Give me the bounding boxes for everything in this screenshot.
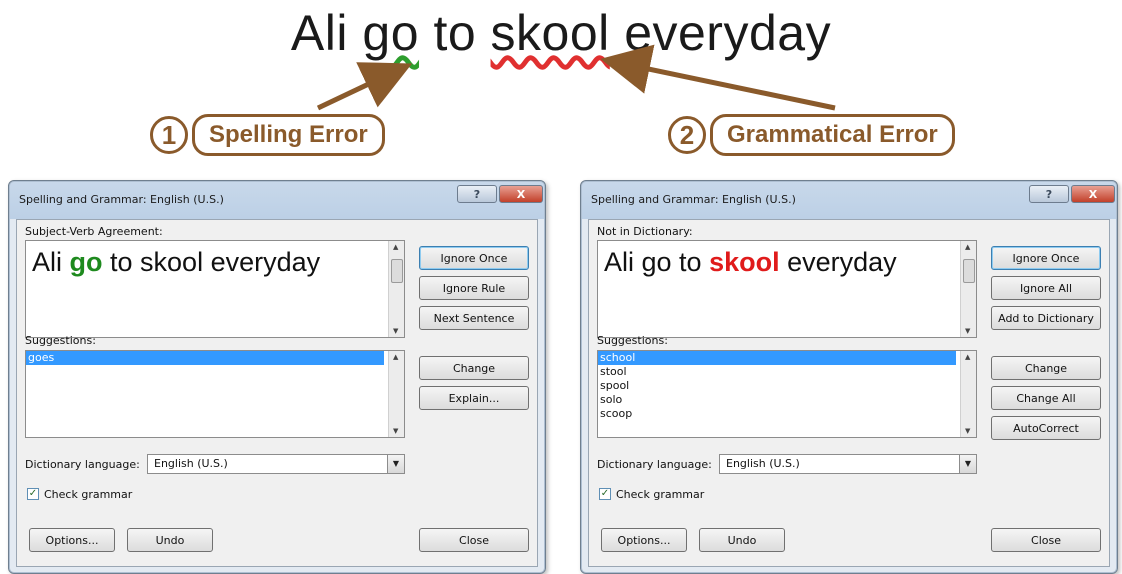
dialog-title: Spelling and Grammar: English (U.S.): [19, 193, 224, 206]
check-grammar-checkbox[interactable]: ✓: [599, 488, 611, 500]
sentence-box[interactable]: Ali go to skool everyday ▲ ▼: [597, 240, 977, 338]
callout-number-1: 1: [150, 116, 188, 154]
flagged-word: skool: [709, 247, 780, 277]
callout-label-2: Grammatical Error: [710, 114, 955, 156]
sentence-scrollbar[interactable]: ▲ ▼: [388, 241, 404, 337]
callout-grammatical-error: 2 Grammatical Error: [668, 114, 955, 156]
error-type-label: Not in Dictionary:: [597, 225, 693, 238]
scroll-up-icon[interactable]: ▲: [393, 353, 398, 361]
sentence-text: Ali go to skool everyday: [604, 247, 897, 277]
autocorrect-button[interactable]: AutoCorrect: [991, 416, 1101, 440]
suggestion-item[interactable]: goes: [26, 351, 384, 365]
suggestions-list[interactable]: school stool spool solo scoop ▲ ▼: [597, 350, 977, 438]
suggestions-scrollbar[interactable]: ▲ ▼: [388, 351, 404, 437]
options-button[interactable]: Options...: [29, 528, 115, 552]
add-to-dictionary-button[interactable]: Add to Dictionary: [991, 306, 1101, 330]
suggestions-label: Suggestions:: [25, 334, 96, 347]
scroll-up-icon[interactable]: ▲: [965, 353, 970, 361]
scroll-down-icon[interactable]: ▼: [393, 427, 398, 435]
close-button[interactable]: Close: [991, 528, 1101, 552]
word-to: to: [433, 5, 477, 61]
explain-button[interactable]: Explain...: [419, 386, 529, 410]
dictionary-language-value: English (U.S.): [154, 457, 228, 470]
suggestion-item[interactable]: stool: [598, 365, 956, 379]
dictionary-language-value: English (U.S.): [726, 457, 800, 470]
undo-button[interactable]: Undo: [127, 528, 213, 552]
sentence-scrollbar[interactable]: ▲ ▼: [960, 241, 976, 337]
sentence-text: Ali go to skool everyday: [32, 247, 321, 277]
change-all-button[interactable]: Change All: [991, 386, 1101, 410]
help-button[interactable]: ?: [1029, 185, 1069, 203]
scroll-down-icon[interactable]: ▼: [393, 327, 398, 335]
dialog-body: Not in Dictionary: Ali go to skool every…: [588, 219, 1110, 567]
spelling-grammar-dialog-right: Spelling and Grammar: English (U.S.) ? X…: [580, 180, 1118, 574]
suggestions-scrollbar[interactable]: ▲ ▼: [960, 351, 976, 437]
next-sentence-button[interactable]: Next Sentence: [419, 306, 529, 330]
callout-number-2: 2: [668, 116, 706, 154]
close-button[interactable]: Close: [419, 528, 529, 552]
dictionary-language-label: Dictionary language:: [25, 458, 140, 471]
close-window-button[interactable]: X: [1071, 185, 1115, 203]
callout-spelling-error: 1 Spelling Error: [150, 114, 385, 156]
ignore-all-button[interactable]: Ignore All: [991, 276, 1101, 300]
scroll-thumb[interactable]: [391, 259, 403, 283]
chevron-down-icon[interactable]: ▼: [387, 455, 404, 473]
suggestion-item[interactable]: spool: [598, 379, 956, 393]
dictionary-language-select[interactable]: English (U.S.) ▼: [719, 454, 977, 474]
example-sentence: Ali go to skool everyday: [0, 4, 1122, 62]
callout-label-1: Spelling Error: [192, 114, 385, 156]
scroll-thumb[interactable]: [963, 259, 975, 283]
check-grammar-checkbox[interactable]: ✓: [27, 488, 39, 500]
arrow-to-go: [316, 62, 413, 111]
change-button[interactable]: Change: [419, 356, 529, 380]
undo-button[interactable]: Undo: [699, 528, 785, 552]
check-grammar-label: Check grammar: [616, 488, 705, 501]
suggestions-list[interactable]: goes ▲ ▼: [25, 350, 405, 438]
check-grammar-label: Check grammar: [44, 488, 133, 501]
suggestion-item[interactable]: scoop: [598, 407, 956, 421]
chevron-down-icon[interactable]: ▼: [959, 455, 976, 473]
flagged-word: go: [69, 247, 103, 277]
suggestion-item[interactable]: school: [598, 351, 956, 365]
word-everyday: everyday: [624, 5, 832, 61]
arrow-to-skool: [600, 44, 836, 111]
help-button[interactable]: ?: [457, 185, 497, 203]
dictionary-language-label: Dictionary language:: [597, 458, 712, 471]
change-button[interactable]: Change: [991, 356, 1101, 380]
close-window-button[interactable]: X: [499, 185, 543, 203]
options-button[interactable]: Options...: [601, 528, 687, 552]
word-skool: skool: [490, 5, 610, 61]
sentence-box[interactable]: Ali go to skool everyday ▲ ▼: [25, 240, 405, 338]
dialog-title: Spelling and Grammar: English (U.S.): [591, 193, 796, 206]
suggestions-label: Suggestions:: [597, 334, 668, 347]
scroll-down-icon[interactable]: ▼: [965, 327, 970, 335]
dialog-body: Subject-Verb Agreement: Ali go to skool …: [16, 219, 538, 567]
word-ali: Ali: [290, 5, 348, 61]
error-type-label: Subject-Verb Agreement:: [25, 225, 163, 238]
ignore-once-button[interactable]: Ignore Once: [991, 246, 1101, 270]
dictionary-language-select[interactable]: English (U.S.) ▼: [147, 454, 405, 474]
scroll-up-icon[interactable]: ▲: [965, 243, 970, 251]
ignore-once-button[interactable]: Ignore Once: [419, 246, 529, 270]
suggestion-item[interactable]: solo: [598, 393, 956, 407]
scroll-up-icon[interactable]: ▲: [393, 243, 398, 251]
scroll-down-icon[interactable]: ▼: [965, 427, 970, 435]
word-go: go: [362, 5, 420, 61]
ignore-rule-button[interactable]: Ignore Rule: [419, 276, 529, 300]
spelling-grammar-dialog-left: Spelling and Grammar: English (U.S.) ? X…: [8, 180, 546, 574]
